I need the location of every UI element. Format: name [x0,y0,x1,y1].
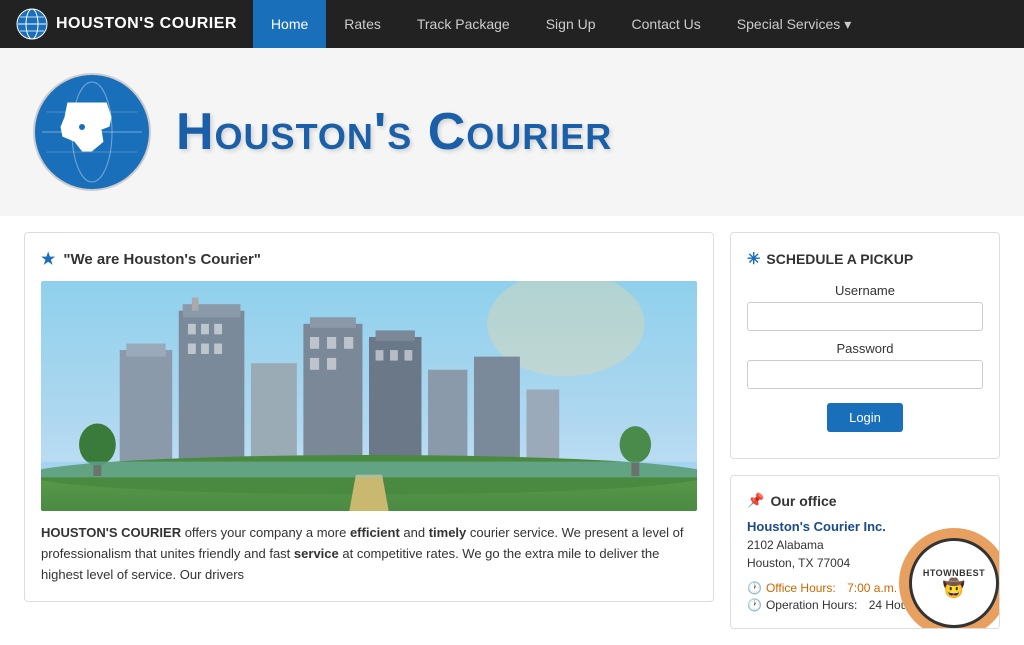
city-image-wrapper [41,281,697,511]
chevron-down-icon: ▾ [844,16,851,33]
nav-track[interactable]: Track Package [399,0,528,48]
password-group: Password [747,341,983,389]
intro-heading: ★ "We are Houston's Courier" [41,249,697,269]
badge-text: HTOWNBEST [923,568,985,578]
nav-special[interactable]: Special Services ▾ [719,0,870,48]
navbar: Houston's Courier Home Rates Track Packa… [0,0,1024,48]
star-icon: ★ [41,249,55,269]
hero-section: Houston's Courier [0,48,1024,216]
main-content: ★ "We are Houston's Courier" [0,216,1024,645]
username-label: Username [747,283,983,298]
intro-body-text: HOUSTON'S COURIER offers your company a … [41,523,697,585]
schedule-pickup-box: ✳ SCHEDULE A PICKUP Username Password Lo… [730,232,1000,459]
login-button[interactable]: Login [827,403,903,432]
right-column: ✳ SCHEDULE A PICKUP Username Password Lo… [730,232,1000,629]
office-box: 📌 Our office Houston's Courier Inc. 2102… [730,475,1000,629]
clock2-icon: 🕐 [747,598,762,612]
globe-icon [16,8,48,40]
nav-rates[interactable]: Rates [326,0,399,48]
badge-inner: HTOWNBEST 🤠 [909,538,999,628]
city-skyline-image [41,281,697,511]
username-group: Username [747,283,983,331]
clock-icon: 🕐 [747,578,762,598]
intro-section: ★ "We are Houston's Courier" [24,232,714,602]
username-input[interactable] [747,302,983,331]
login-group: Login [747,399,983,432]
brand-name: Houston's Courier [56,15,237,33]
badge-overlay: HTOWNBEST 🤠 [899,528,1000,629]
nav-signup[interactable]: Sign Up [528,0,614,48]
brand-logo[interactable]: Houston's Courier [0,8,253,40]
nav-links: Home Rates Track Package Sign Up Contact… [253,0,869,48]
pin-icon: 📌 [747,492,764,509]
password-label: Password [747,341,983,356]
left-column: ★ "We are Houston's Courier" [24,232,714,629]
hero-logo-icon [32,72,152,192]
hero-title: Houston's Courier [176,102,612,162]
password-input[interactable] [747,360,983,389]
nav-home[interactable]: Home [253,0,326,48]
office-heading: 📌 Our office [747,492,983,509]
asterisk-icon: ✳ [747,249,760,269]
badge-icon: 🤠 [943,578,965,599]
nav-contact[interactable]: Contact Us [614,0,719,48]
schedule-heading: ✳ SCHEDULE A PICKUP [747,249,983,269]
